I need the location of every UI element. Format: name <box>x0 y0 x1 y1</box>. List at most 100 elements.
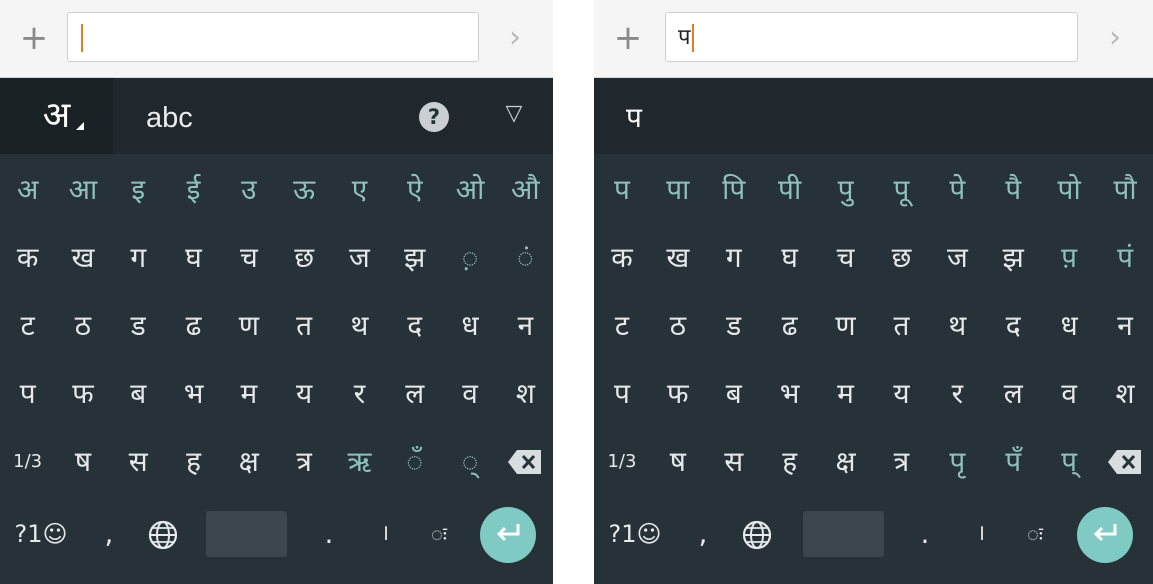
char-key[interactable]: य <box>874 360 930 428</box>
char-key[interactable]: त्र <box>874 428 930 496</box>
char-key[interactable]: क <box>594 224 650 292</box>
globe-icon[interactable] <box>134 500 192 568</box>
period-key[interactable]: . <box>900 500 950 568</box>
char-key[interactable]: पो <box>1041 156 1097 224</box>
char-key[interactable]: पु <box>818 156 874 224</box>
char-key[interactable]: ठ <box>650 292 706 360</box>
char-key[interactable]: भ <box>166 360 221 428</box>
char-key[interactable]: श <box>1097 360 1153 428</box>
char-key[interactable]: पौ <box>1097 156 1153 224</box>
help-icon[interactable]: ? <box>419 102 449 132</box>
char-key[interactable]: न <box>1097 292 1153 360</box>
char-key[interactable]: झ <box>387 224 442 292</box>
char-key[interactable]: ह <box>166 428 221 496</box>
char-key[interactable]: ◌् <box>442 428 497 496</box>
char-key[interactable]: पि <box>706 156 762 224</box>
char-key[interactable]: र <box>929 360 985 428</box>
char-key[interactable]: पँ <box>985 428 1041 496</box>
comma-key[interactable]: , <box>84 500 134 568</box>
char-key[interactable]: ष <box>650 428 706 496</box>
char-key[interactable]: इ <box>111 156 166 224</box>
char-key[interactable]: य <box>277 360 332 428</box>
char-key[interactable]: ध <box>442 292 497 360</box>
char-key[interactable]: म <box>221 360 276 428</box>
char-key[interactable]: पू <box>874 156 930 224</box>
char-key[interactable]: च <box>221 224 276 292</box>
char-key[interactable]: ऋ <box>332 428 387 496</box>
chevron-right-icon[interactable]: › <box>497 16 533 60</box>
char-key[interactable]: पा <box>650 156 706 224</box>
char-key[interactable]: अ <box>0 156 55 224</box>
char-key[interactable]: ग <box>111 224 166 292</box>
symbols-key[interactable]: ?1☺ <box>6 500 76 568</box>
char-key[interactable]: क्ष <box>221 428 276 496</box>
visarga-key[interactable]: ◌ः <box>1010 500 1060 568</box>
char-key[interactable]: प् <box>1041 428 1097 496</box>
char-key[interactable]: र <box>332 360 387 428</box>
char-key[interactable]: ◌़ <box>442 224 497 292</box>
char-key[interactable]: ठ <box>55 292 110 360</box>
char-key[interactable]: आ <box>55 156 110 224</box>
char-key[interactable]: घ <box>762 224 818 292</box>
message-input[interactable]: प <box>665 12 1078 62</box>
char-key[interactable]: झ <box>985 224 1041 292</box>
char-key[interactable]: ब <box>706 360 762 428</box>
char-key[interactable]: पै <box>985 156 1041 224</box>
char-key[interactable]: न <box>498 292 553 360</box>
char-key[interactable]: ज <box>332 224 387 292</box>
char-key[interactable]: उ <box>221 156 276 224</box>
char-key[interactable]: ख <box>55 224 110 292</box>
char-key[interactable]: द <box>387 292 442 360</box>
char-key[interactable]: स <box>706 428 762 496</box>
char-key[interactable]: क्ष <box>818 428 874 496</box>
space-bar[interactable] <box>206 511 287 557</box>
abc-switch-button[interactable]: abc <box>146 78 193 154</box>
page-switch-key[interactable]: 1/3 <box>594 428 650 496</box>
char-key[interactable]: ब <box>111 360 166 428</box>
globe-icon[interactable] <box>728 500 786 568</box>
char-key[interactable]: ◌ँ <box>387 428 442 496</box>
char-key[interactable]: ढ <box>762 292 818 360</box>
visarga-key[interactable]: ◌ः <box>414 500 464 568</box>
char-key[interactable]: व <box>1041 360 1097 428</box>
char-key[interactable]: स <box>111 428 166 496</box>
char-key[interactable]: पं <box>1097 224 1153 292</box>
char-key[interactable]: ए <box>332 156 387 224</box>
char-key[interactable]: व <box>442 360 497 428</box>
plus-icon[interactable]: + <box>606 16 650 60</box>
char-key[interactable]: म <box>818 360 874 428</box>
period-key[interactable]: . <box>304 500 354 568</box>
suggestion-word[interactable]: प <box>626 78 642 154</box>
char-key[interactable]: च <box>818 224 874 292</box>
symbols-key[interactable]: ?1☺ <box>600 500 670 568</box>
char-key[interactable]: ◌ं <box>498 224 553 292</box>
char-key[interactable]: भ <box>762 360 818 428</box>
char-key[interactable]: छ <box>277 224 332 292</box>
char-key[interactable]: औ <box>498 156 553 224</box>
char-key[interactable]: त <box>874 292 930 360</box>
backspace-icon[interactable] <box>1107 449 1143 475</box>
char-key[interactable]: ग <box>706 224 762 292</box>
char-key[interactable]: ध <box>1041 292 1097 360</box>
char-key[interactable]: ख <box>650 224 706 292</box>
char-key[interactable]: ष <box>55 428 110 496</box>
char-key[interactable]: प <box>594 156 650 224</box>
char-key[interactable]: ओ <box>442 156 497 224</box>
char-key[interactable]: प़ <box>1041 224 1097 292</box>
space-bar[interactable] <box>803 511 884 557</box>
char-key[interactable]: त <box>277 292 332 360</box>
char-key[interactable]: द <box>985 292 1041 360</box>
char-key[interactable]: प <box>594 360 650 428</box>
char-key[interactable]: ई <box>166 156 221 224</box>
char-key[interactable]: ह <box>762 428 818 496</box>
enter-icon[interactable] <box>1077 507 1133 563</box>
char-key[interactable]: ऐ <box>387 156 442 224</box>
danda-key[interactable]: । <box>360 500 410 568</box>
char-key[interactable]: फ <box>55 360 110 428</box>
char-key[interactable]: श <box>498 360 553 428</box>
backspace-icon[interactable] <box>507 449 543 475</box>
char-key[interactable]: त्र <box>277 428 332 496</box>
message-input[interactable] <box>67 12 479 62</box>
char-key[interactable]: ऊ <box>277 156 332 224</box>
char-key[interactable]: ल <box>387 360 442 428</box>
